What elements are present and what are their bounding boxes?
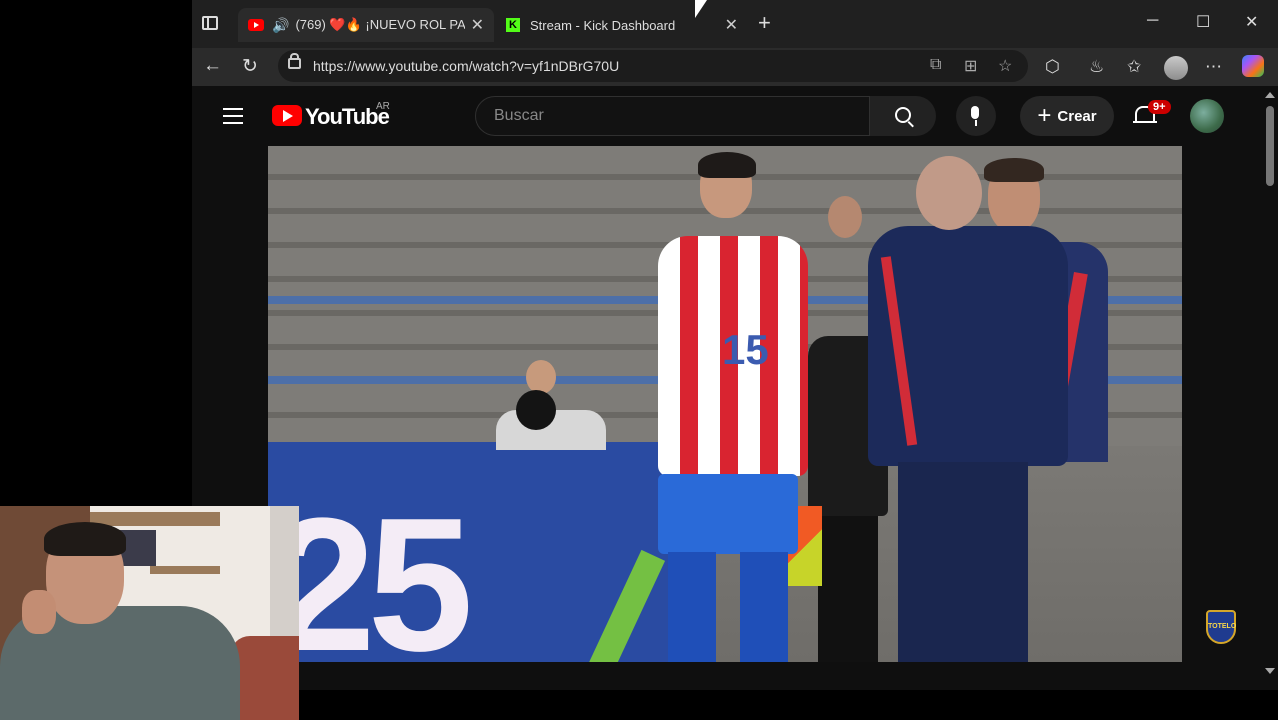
country-code: AR — [376, 101, 390, 112]
menu-icon[interactable] — [223, 108, 243, 129]
scroll-down-icon[interactable] — [1265, 668, 1275, 674]
browser-profile-avatar[interactable] — [1164, 56, 1188, 80]
streamer-hand — [22, 590, 56, 634]
search-input[interactable] — [492, 106, 856, 126]
couch — [230, 636, 299, 720]
youtube-header: YouTube AR + Crear 9+ — [192, 86, 1262, 146]
vertical-tabs-icon[interactable] — [202, 16, 218, 30]
notification-badge: 9+ — [1148, 100, 1171, 114]
create-label: Crear — [1057, 107, 1097, 125]
plus-icon: + — [1037, 102, 1052, 129]
scroll-thumb[interactable] — [1266, 106, 1274, 186]
minimize-button[interactable]: ─ — [1147, 12, 1158, 30]
voice-search-button[interactable] — [956, 96, 996, 136]
url-field[interactable]: https://www.youtube.com/watch?v=yf1nDBrG… — [278, 50, 1028, 82]
lock-icon[interactable] — [288, 53, 301, 69]
tab-strip: 🔊 (769) ❤️🔥 ¡NUEVO ROL PA ✕ K Stream - K… — [192, 0, 1278, 48]
microphone-icon — [971, 106, 979, 119]
scroll-up-icon[interactable] — [1265, 92, 1275, 98]
reload-button[interactable]: ↻ — [242, 55, 258, 78]
copilot-icon[interactable] — [1242, 55, 1264, 77]
photographer-figure — [496, 360, 616, 450]
speaker-icon[interactable]: 🔊 — [272, 17, 289, 34]
kick-favicon-icon: K — [506, 18, 520, 32]
camera-icon — [516, 390, 556, 430]
tab-youtube[interactable]: 🔊 (769) ❤️🔥 ¡NUEVO ROL PA ✕ — [238, 8, 494, 42]
back-button[interactable]: ← — [203, 55, 222, 77]
extensions-icon[interactable]: ⬡ — [1045, 57, 1060, 77]
streamer-hair — [44, 522, 126, 556]
youtube-logo-icon[interactable] — [272, 105, 302, 126]
search-box — [475, 96, 870, 136]
banner-text: 25 — [270, 479, 473, 662]
tab-kick[interactable]: K Stream - Kick Dashboard ✕ — [496, 8, 748, 42]
create-button[interactable]: + Crear — [1020, 96, 1114, 136]
shelf — [90, 512, 220, 526]
microphone-stand — [975, 120, 977, 126]
translate-icon[interactable]: ⧉ — [930, 56, 941, 74]
page-scrollbar[interactable] — [1262, 86, 1278, 690]
address-bar-row: ← ↻ https://www.youtube.com/watch?v=yf1n… — [192, 48, 1278, 86]
performance-icon[interactable]: ♨ — [1089, 57, 1104, 77]
new-tab-button[interactable]: + — [758, 10, 771, 36]
user-avatar[interactable] — [1190, 99, 1224, 133]
channel-watermark-logo[interactable]: TOTELO — [1206, 610, 1236, 644]
mouse-cursor-icon — [695, 0, 707, 18]
player-figure: 15 — [648, 152, 808, 662]
tab-title: (769) ❤️🔥 ¡NUEVO ROL PA — [295, 17, 465, 32]
favorite-star-icon[interactable]: ☆ — [998, 56, 1012, 76]
browser-window: 🔊 (769) ❤️🔥 ¡NUEVO ROL PA ✕ K Stream - K… — [192, 0, 1278, 690]
maximize-button[interactable]: ☐ — [1196, 12, 1210, 32]
url-text[interactable]: https://www.youtube.com/watch?v=yf1nDBrG… — [313, 58, 619, 74]
close-tab-icon[interactable]: ✕ — [471, 15, 484, 35]
shelf — [150, 566, 220, 574]
youtube-favicon-icon — [248, 19, 264, 31]
browser-menu-button[interactable]: ⋯ — [1205, 57, 1222, 77]
apps-icon[interactable]: ⊞ — [964, 56, 977, 76]
video-player[interactable]: 25 15 — [268, 146, 1182, 662]
close-window-button[interactable]: ✕ — [1245, 12, 1258, 32]
streamer-webcam-overlay — [0, 506, 299, 720]
tab-title: Stream - Kick Dashboard — [530, 17, 676, 33]
favorites-icon[interactable]: ✩ — [1127, 57, 1141, 77]
close-tab-icon[interactable]: ✕ — [725, 15, 738, 35]
jersey-number: 15 — [722, 326, 769, 373]
search-icon — [895, 107, 911, 123]
coach-figure — [858, 156, 1068, 662]
search-button[interactable] — [870, 96, 936, 136]
